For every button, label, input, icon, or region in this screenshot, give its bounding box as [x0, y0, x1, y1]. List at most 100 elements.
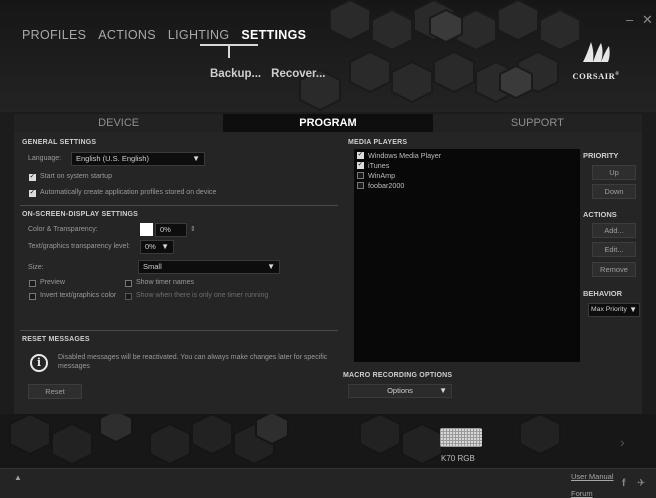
- macro-options-value: Options: [387, 386, 413, 395]
- color-transparency-input[interactable]: 0%: [155, 223, 187, 237]
- osd-settings-title: ON-SCREEN-DISPLAY SETTINGS: [22, 211, 139, 218]
- brand-name: CORSAIR: [572, 71, 616, 81]
- chevron-down-icon: ▼: [439, 386, 447, 395]
- size-label: Size:: [28, 264, 44, 271]
- tab-settings[interactable]: SETTINGS: [241, 28, 306, 42]
- recover-button[interactable]: Recover...: [271, 68, 325, 80]
- general-settings-title: GENERAL SETTINGS: [22, 139, 97, 146]
- remove-button[interactable]: Remove: [592, 262, 636, 277]
- language-label: Language:: [28, 155, 62, 162]
- text-transparency-label: Text/graphics transparency level:: [28, 243, 130, 250]
- priority-down-button[interactable]: Down: [592, 184, 636, 199]
- reset-message-text: Disabled messages will be reactivated. Y…: [58, 354, 328, 370]
- chevron-down-icon: ▼: [629, 305, 637, 314]
- active-tab-connector: [228, 46, 230, 58]
- preview-label: Preview: [40, 279, 65, 286]
- behavior-title: BEHAVIOR: [583, 289, 623, 298]
- corsair-sails-icon: [583, 42, 610, 62]
- text-transparency-value: 0%: [145, 242, 156, 251]
- divider: [20, 330, 338, 331]
- tab-actions[interactable]: ACTIONS: [98, 28, 156, 42]
- tab-program[interactable]: PROGRAM: [223, 114, 433, 132]
- media-player-label: iTunes: [368, 161, 390, 170]
- collapse-icon[interactable]: ▲: [14, 473, 22, 482]
- forum-link[interactable]: Forum: [571, 489, 593, 498]
- macro-options-select[interactable]: Options ▼: [348, 384, 452, 398]
- settings-sub-actions: Backup... Recover...: [210, 68, 325, 80]
- list-item[interactable]: iTunes: [357, 160, 390, 170]
- list-item[interactable]: foobar2000: [357, 181, 404, 190]
- reset-button[interactable]: Reset: [28, 384, 82, 399]
- size-select[interactable]: Small ▼: [138, 260, 280, 274]
- behavior-select[interactable]: Max Priority ▼: [588, 303, 640, 317]
- edit-button[interactable]: Edit...: [592, 242, 636, 257]
- info-icon: i: [30, 354, 48, 372]
- color-transparency-label: Color & Transparency:: [28, 226, 98, 233]
- hex-background: [9, 414, 561, 466]
- header: PROFILES ACTIONS LIGHTING SETTINGS Backu…: [0, 0, 656, 112]
- macro-options-title: MACRO RECORDING OPTIONS: [343, 372, 453, 379]
- reset-messages-title: RESET MESSAGES: [22, 336, 90, 343]
- text-transparency-select[interactable]: 0% ▼: [140, 240, 174, 254]
- language-select[interactable]: English (U.S. English) ▼: [71, 152, 205, 166]
- status-bar: ▲ User Manual Forum f ✈: [0, 468, 656, 498]
- divider: [20, 205, 338, 206]
- media-player-checkbox[interactable]: [357, 150, 364, 159]
- timer-names-checkbox[interactable]: [125, 280, 132, 287]
- preview-checkbox[interactable]: [29, 280, 36, 287]
- media-player-checkbox[interactable]: [357, 160, 364, 169]
- tab-profiles[interactable]: PROFILES: [22, 28, 86, 42]
- program-settings-panel: GENERAL SETTINGS Language: English (U.S.…: [14, 132, 642, 414]
- cue-window: PROFILES ACTIONS LIGHTING SETTINGS Backu…: [0, 0, 656, 498]
- startup-label: Start on system startup: [40, 173, 112, 180]
- media-player-label: Windows Media Player: [368, 151, 442, 160]
- device-name: K70 RGB: [441, 454, 475, 463]
- tab-support[interactable]: SUPPORT: [432, 114, 642, 132]
- list-item[interactable]: WinAmp: [357, 171, 395, 180]
- chevron-down-icon: ▼: [192, 154, 200, 163]
- media-players-title: MEDIA PLAYERS: [348, 139, 408, 146]
- autoprofile-label: Automatically create application profile…: [40, 189, 217, 196]
- twitter-icon[interactable]: ✈: [637, 478, 645, 489]
- invert-color-checkbox[interactable]: [29, 293, 36, 300]
- add-button[interactable]: Add...: [592, 223, 636, 238]
- priority-up-button[interactable]: Up: [592, 165, 636, 180]
- tab-device[interactable]: DEVICE: [14, 114, 224, 132]
- minimize-button[interactable]: –: [626, 12, 633, 27]
- hex-background: [299, 0, 581, 112]
- tab-lighting[interactable]: LIGHTING: [168, 28, 229, 42]
- single-timer-checkbox[interactable]: [125, 293, 132, 300]
- chevron-down-icon: ▼: [267, 262, 275, 271]
- startup-checkbox[interactable]: [29, 172, 36, 181]
- chevron-down-icon: ▼: [161, 242, 169, 251]
- media-player-checkbox[interactable]: [357, 172, 364, 179]
- media-player-label: foobar2000: [368, 181, 405, 190]
- media-players-list: Windows Media Player iTunes WinAmp fooba…: [354, 149, 580, 362]
- invert-color-label: Invert text/graphics color: [40, 292, 117, 299]
- media-player-checkbox[interactable]: [357, 182, 364, 189]
- priority-title: PRIORITY: [583, 151, 619, 160]
- section-tabs: DEVICE PROGRAM SUPPORT: [14, 114, 642, 132]
- corsair-logo: CORSAIR®: [566, 40, 626, 81]
- keyboard-icon[interactable]: [440, 428, 482, 447]
- color-transparency-value: 0%: [160, 225, 171, 234]
- user-manual-link[interactable]: User Manual: [571, 472, 614, 481]
- list-item[interactable]: Windows Media Player: [357, 150, 442, 160]
- facebook-icon[interactable]: f: [622, 478, 625, 489]
- brand-trademark: ®: [615, 72, 620, 78]
- size-value: Small: [143, 262, 162, 271]
- backup-button[interactable]: Backup...: [210, 68, 261, 80]
- language-value: English (U.S. English): [76, 154, 149, 163]
- actions-title: ACTIONS: [583, 210, 617, 219]
- behavior-value: Max Priority: [591, 306, 627, 313]
- single-timer-label: Show when there is only one timer runnin…: [136, 292, 269, 299]
- top-nav: PROFILES ACTIONS LIGHTING SETTINGS: [22, 28, 318, 42]
- media-player-label: WinAmp: [368, 171, 396, 180]
- device-bar: K70 RGB ›: [0, 414, 656, 468]
- timer-names-label: Show timer names: [136, 279, 194, 286]
- color-swatch[interactable]: [140, 223, 153, 236]
- close-button[interactable]: ✕: [642, 12, 653, 28]
- stepper-icon[interactable]: ⇕: [190, 225, 196, 233]
- autoprofile-checkbox[interactable]: [29, 188, 36, 197]
- chevron-right-icon[interactable]: ›: [620, 434, 625, 450]
